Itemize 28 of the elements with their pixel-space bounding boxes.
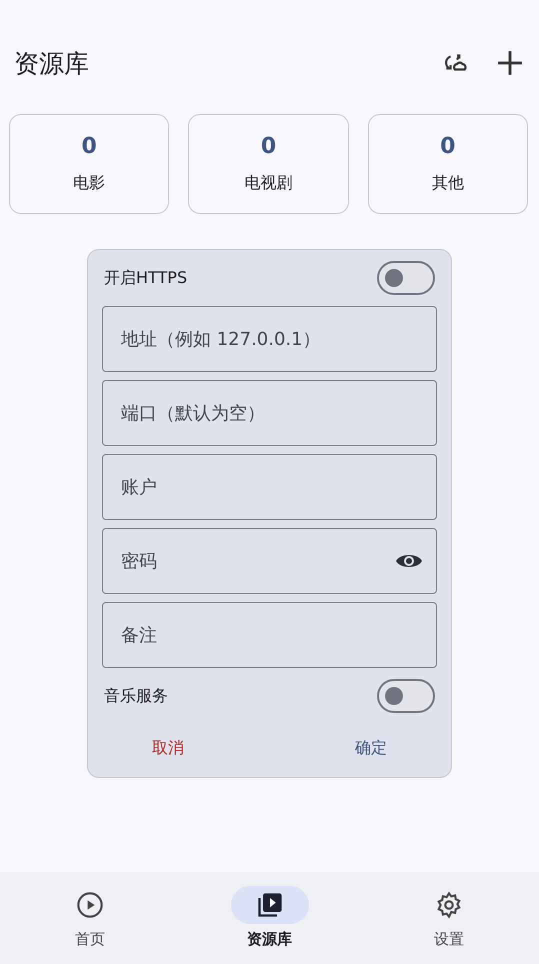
add-icon[interactable] [497, 50, 523, 76]
switch-label: 音乐服务 [104, 686, 168, 706]
cancel-button[interactable]: 取消 [138, 734, 198, 763]
page-title: 资源库 [14, 48, 89, 80]
nav-tab[interactable]: 设置 [359, 872, 539, 964]
stat-card[interactable]: 0 电视剧 [188, 114, 349, 214]
toggle-switch[interactable] [377, 261, 435, 295]
nav-tab[interactable]: 首页 [0, 872, 180, 964]
switch-label: 开启HTTPS [104, 268, 188, 288]
input-field[interactable]: 账户 [102, 454, 437, 520]
confirm-button[interactable]: 确定 [341, 734, 401, 763]
play-icon [76, 891, 104, 919]
stat-label: 电影 [73, 173, 106, 194]
input-field[interactable]: 密码 [102, 528, 437, 594]
stat-count: 0 [260, 134, 276, 159]
nav-tab[interactable]: 资源库 [180, 872, 360, 964]
settings-icon [435, 891, 464, 919]
input-field[interactable]: 端口（默认为空） [102, 380, 437, 446]
toggle-switch[interactable] [377, 679, 435, 713]
input-field[interactable]: 备注 [102, 602, 437, 668]
stat-label: 其他 [432, 173, 464, 194]
stat-count: 0 [440, 134, 456, 159]
stat-card[interactable]: 0 其他 [368, 114, 528, 214]
stat-card[interactable]: 0 电影 [9, 114, 170, 214]
stat-label: 电视剧 [244, 173, 292, 194]
stat-count: 0 [82, 134, 97, 159]
input-field[interactable]: 地址（例如 127.0.0.1） [102, 306, 437, 372]
video-library-icon [256, 891, 284, 919]
